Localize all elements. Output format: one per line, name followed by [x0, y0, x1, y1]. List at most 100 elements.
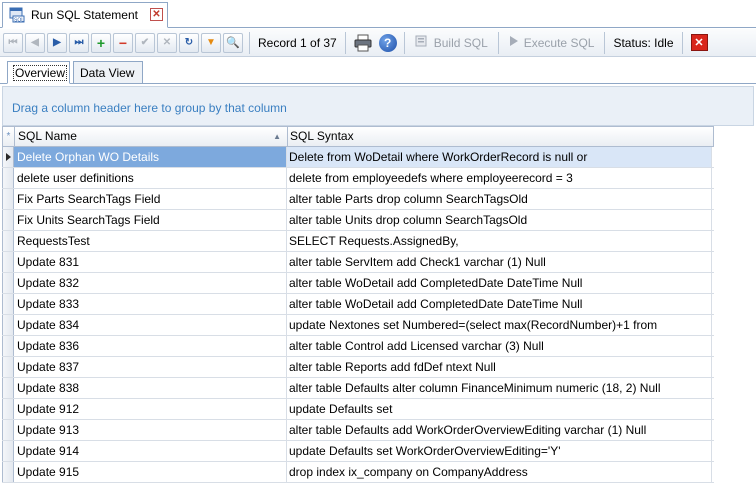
- row-indicator[interactable]: [2, 231, 14, 251]
- tab-overview[interactable]: Overview: [7, 61, 70, 84]
- sql-statements-grid: * SQL Name ▲ SQL Syntax Delete Orphan WO…: [2, 126, 756, 492]
- table-row[interactable]: Update 837 alter table Reports add fdDef …: [2, 357, 714, 378]
- cell-sql-name[interactable]: Update 833: [14, 294, 287, 314]
- prior-record-button[interactable]: ◀: [25, 32, 45, 53]
- tab-overview-label: Overview: [12, 65, 68, 81]
- cell-sql-name[interactable]: Update 834: [14, 315, 287, 335]
- cell-sql-name[interactable]: Fix Parts SearchTags Field: [14, 189, 287, 209]
- row-indicator[interactable]: [2, 252, 14, 272]
- cell-sql-name[interactable]: Update 913: [14, 420, 287, 440]
- cell-sql-name[interactable]: Update 836: [14, 336, 287, 356]
- table-row[interactable]: Update 833 alter table WoDetail add Compl…: [2, 294, 714, 315]
- column-header-sql-syntax-label: SQL Syntax: [290, 129, 354, 143]
- cell-sql-name[interactable]: delete user definitions: [14, 168, 287, 188]
- document-tab-run-sql[interactable]: SQL Run SQL Statement ✕: [2, 2, 168, 28]
- table-row[interactable]: Delete Orphan WO Details Delete from WoDe…: [2, 147, 714, 168]
- toolbar-separator: [497, 31, 499, 54]
- delete-record-button[interactable]: −: [113, 32, 133, 53]
- row-indicator[interactable]: [2, 294, 14, 314]
- cell-sql-name[interactable]: Update 837: [14, 357, 287, 377]
- row-indicator[interactable]: [2, 357, 14, 377]
- table-row[interactable]: Update 836 alter table Control add Licens…: [2, 336, 714, 357]
- add-record-button[interactable]: +: [91, 32, 111, 53]
- execute-sql-button[interactable]: Execute SQL: [503, 35, 601, 50]
- last-record-button[interactable]: ⏭: [69, 32, 89, 53]
- cell-sql-name[interactable]: Fix Units SearchTags Field: [14, 210, 287, 230]
- printer-icon[interactable]: [353, 34, 373, 52]
- table-row[interactable]: Fix Parts SearchTags Field alter table Pa…: [2, 189, 714, 210]
- row-indicator[interactable]: [2, 399, 14, 419]
- row-indicator[interactable]: [2, 420, 14, 440]
- row-indicator[interactable]: [2, 210, 14, 230]
- cell-sql-syntax[interactable]: alter table Parts drop column SearchTags…: [287, 189, 712, 209]
- post-edit-button[interactable]: ✔: [135, 32, 155, 53]
- cell-sql-name[interactable]: Update 838: [14, 378, 287, 398]
- row-indicator[interactable]: [2, 336, 14, 356]
- row-indicator[interactable]: [2, 168, 14, 188]
- cell-sql-name[interactable]: Update 915: [14, 462, 287, 482]
- toolbar-separator: [604, 31, 606, 54]
- document-tab-strip: SQL Run SQL Statement ✕: [0, 0, 756, 28]
- cell-sql-name[interactable]: Update 914: [14, 441, 287, 461]
- play-icon: [509, 35, 519, 50]
- group-by-panel[interactable]: Drag a column header here to group by th…: [2, 86, 754, 126]
- table-row[interactable]: Update 912 update Defaults set: [2, 399, 714, 420]
- column-header-sql-name[interactable]: SQL Name ▲: [15, 127, 288, 146]
- refresh-button[interactable]: ↻: [179, 32, 199, 53]
- cell-sql-syntax[interactable]: update Nextones set Numbered=(select max…: [287, 315, 712, 335]
- search-button[interactable]: 🔍: [223, 32, 243, 53]
- table-row[interactable]: Fix Units SearchTags Field alter table Un…: [2, 210, 714, 231]
- next-record-button[interactable]: ▶: [47, 32, 67, 53]
- build-sql-icon: [415, 34, 429, 51]
- close-form-icon[interactable]: ✕: [690, 34, 708, 51]
- row-indicator[interactable]: [2, 273, 14, 293]
- table-row[interactable]: Update 832 alter table WoDetail add Compl…: [2, 273, 714, 294]
- cell-sql-syntax[interactable]: alter table ServItem add Check1 varchar …: [287, 252, 712, 272]
- row-indicator[interactable]: [2, 441, 14, 461]
- build-sql-button[interactable]: Build SQL: [409, 34, 494, 51]
- cell-sql-name[interactable]: Update 912: [14, 399, 287, 419]
- tab-data-view[interactable]: Data View: [73, 61, 143, 84]
- first-record-button[interactable]: ⏮: [3, 32, 23, 53]
- table-row[interactable]: Update 914 update Defaults set WorkOrderO…: [2, 441, 714, 462]
- filter-button[interactable]: ▼: [201, 32, 221, 53]
- cell-sql-syntax[interactable]: alter table Units drop column SearchTags…: [287, 210, 712, 230]
- table-row[interactable]: Update 834 update Nextones set Numbered=(…: [2, 315, 714, 336]
- table-row[interactable]: delete user definitions delete from emplo…: [2, 168, 714, 189]
- cell-sql-name[interactable]: RequestsTest: [14, 231, 287, 251]
- cell-sql-syntax[interactable]: alter table Defaults alter column Financ…: [287, 378, 712, 398]
- cell-sql-syntax[interactable]: SELECT Requests.AssignedBy,: [287, 231, 712, 251]
- row-indicator[interactable]: [2, 378, 14, 398]
- cell-sql-syntax[interactable]: Delete from WoDetail where WorkOrderReco…: [287, 147, 712, 167]
- cell-sql-syntax[interactable]: delete from employeedefs where employeer…: [287, 168, 712, 188]
- row-indicator[interactable]: [2, 147, 14, 167]
- cell-sql-syntax[interactable]: alter table WoDetail add CompletedDate D…: [287, 294, 712, 314]
- cell-sql-syntax[interactable]: alter table WoDetail add CompletedDate D…: [287, 273, 712, 293]
- table-row[interactable]: RequestsTest SELECT Requests.AssignedBy,: [2, 231, 714, 252]
- cell-sql-syntax[interactable]: alter table Control add Licensed varchar…: [287, 336, 712, 356]
- table-row[interactable]: Update 838 alter table Defaults alter col…: [2, 378, 714, 399]
- row-indicator-header[interactable]: *: [3, 127, 15, 146]
- cancel-edit-button[interactable]: ✕: [157, 32, 177, 53]
- table-row[interactable]: Update 913 alter table Defaults add WorkO…: [2, 420, 714, 441]
- row-indicator[interactable]: [2, 315, 14, 335]
- table-row[interactable]: Update 915 drop index ix_company on Compa…: [2, 462, 714, 483]
- table-row[interactable]: Update 831 alter table ServItem add Check…: [2, 252, 714, 273]
- cell-sql-name[interactable]: Update 831: [14, 252, 287, 272]
- grid-header: * SQL Name ▲ SQL Syntax: [2, 126, 714, 147]
- row-indicator[interactable]: [2, 189, 14, 209]
- tab-data-view-label: Data View: [80, 66, 135, 80]
- cell-sql-syntax[interactable]: alter table Defaults add WorkOrderOvervi…: [287, 420, 712, 440]
- cell-sql-syntax[interactable]: update Defaults set WorkOrderOverviewEdi…: [287, 441, 712, 461]
- column-header-sql-syntax[interactable]: SQL Syntax: [288, 127, 712, 146]
- status-label: Status: Idle: [613, 35, 674, 50]
- cell-sql-syntax[interactable]: drop index ix_company on CompanyAddress: [287, 462, 712, 482]
- help-icon[interactable]: ?: [378, 33, 397, 52]
- toolbar-separator: [403, 31, 405, 54]
- close-tab-icon[interactable]: ✕: [150, 8, 163, 21]
- cell-sql-name[interactable]: Delete Orphan WO Details: [14, 147, 287, 167]
- row-indicator[interactable]: [2, 462, 14, 482]
- cell-sql-syntax[interactable]: alter table Reports add fdDef ntext Null: [287, 357, 712, 377]
- cell-sql-name[interactable]: Update 832: [14, 273, 287, 293]
- cell-sql-syntax[interactable]: update Defaults set: [287, 399, 712, 419]
